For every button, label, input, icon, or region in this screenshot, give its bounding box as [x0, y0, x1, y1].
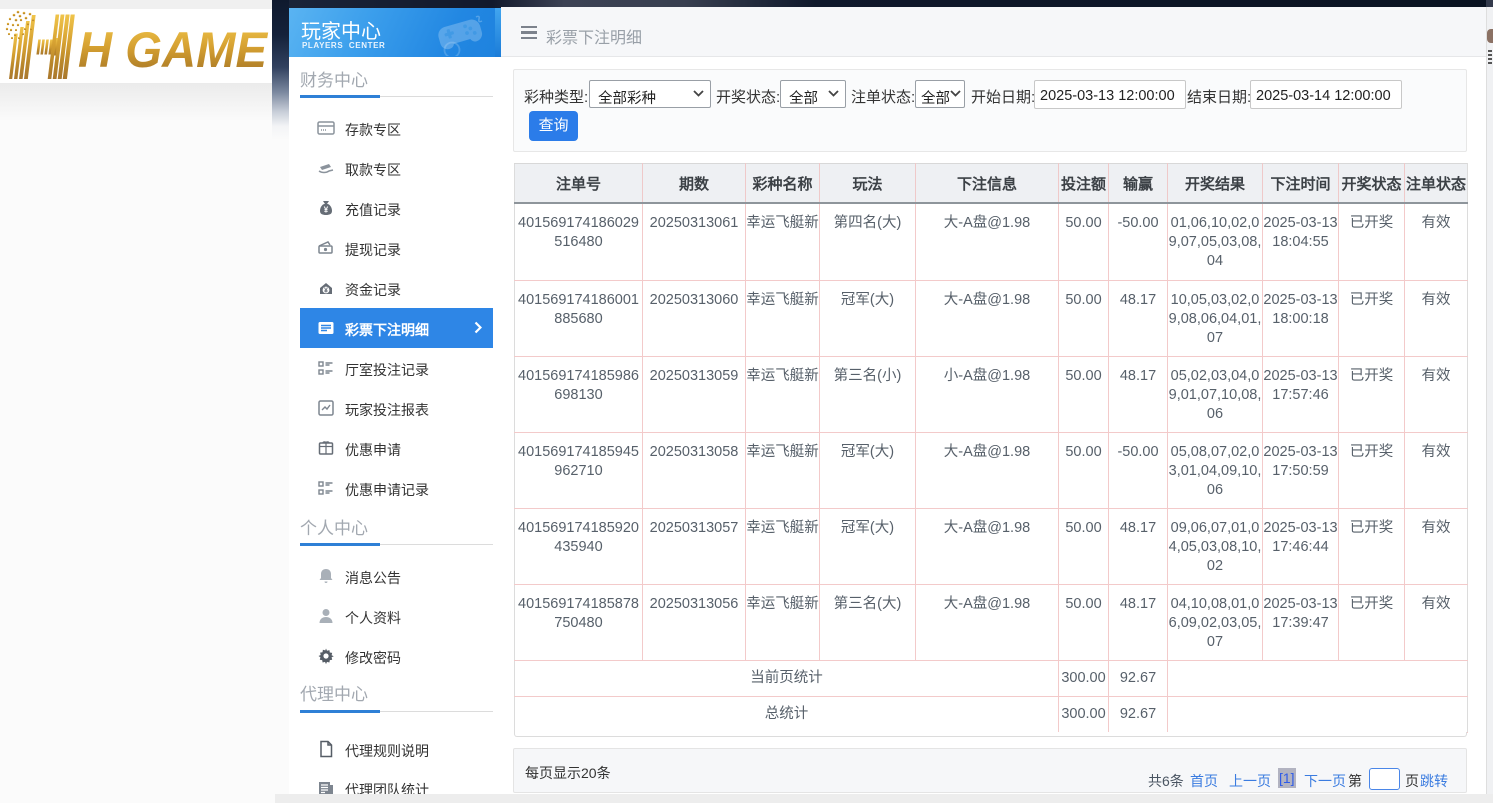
svg-text:H GAME: H GAME	[78, 22, 269, 78]
svg-text:¥: ¥	[324, 288, 328, 295]
svg-text:¥: ¥	[324, 206, 329, 215]
